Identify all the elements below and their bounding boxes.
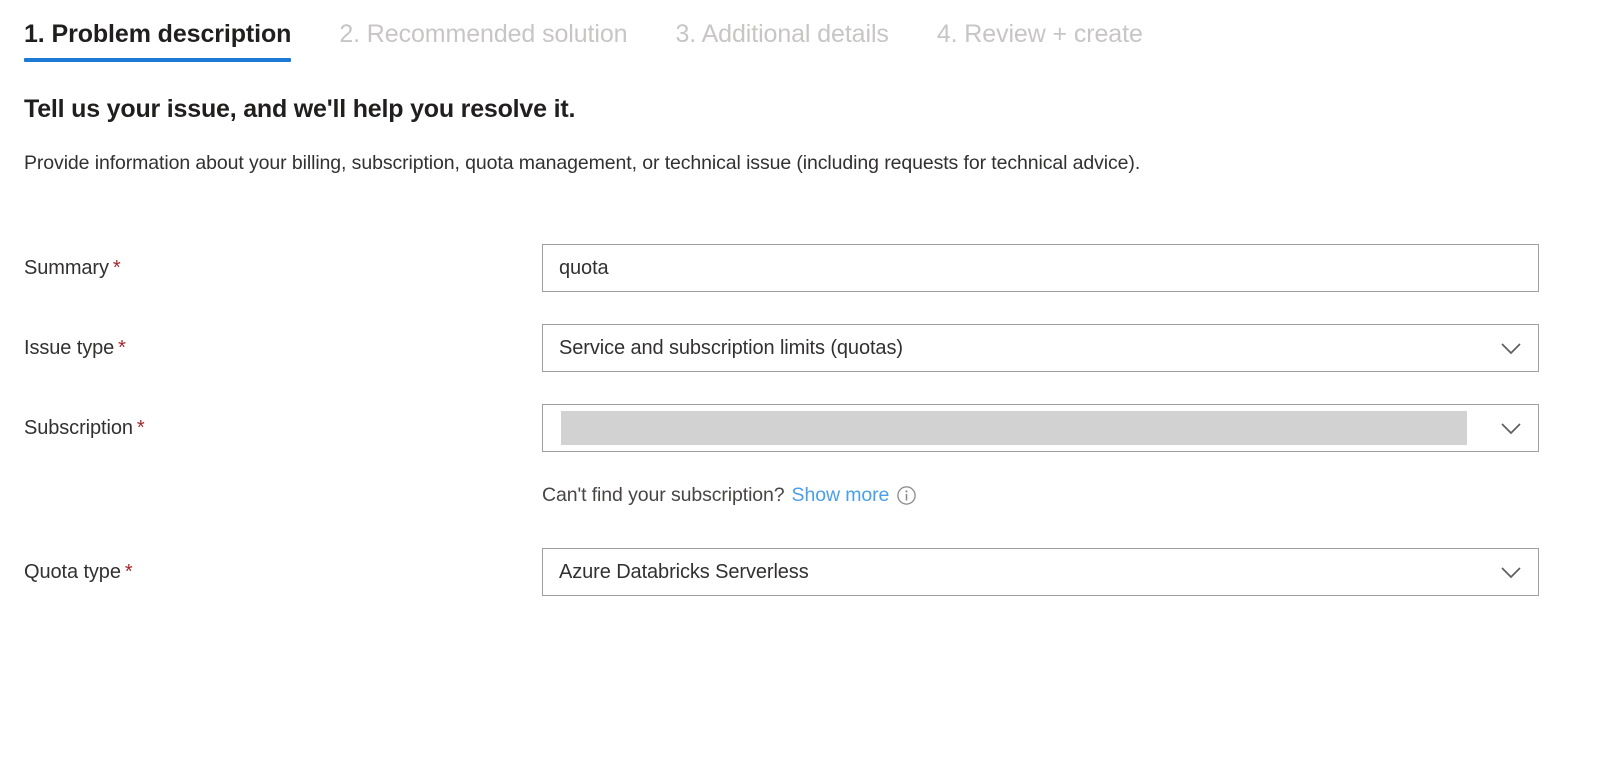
quota-type-selected-value: Azure Databricks Serverless <box>543 560 809 584</box>
wizard-tabbar: 1. Problem description 2. Recommended so… <box>24 0 1596 62</box>
issue-type-selected-value: Service and subscription limits (quotas) <box>543 336 903 360</box>
problem-description-page: 1. Problem description 2. Recommended so… <box>0 0 1620 770</box>
page-description: Provide information about your billing, … <box>24 146 1519 180</box>
subscription-help: Can't find your subscription? Show more <box>542 482 1539 508</box>
quota-type-dropdown[interactable]: Azure Databricks Serverless <box>542 548 1539 596</box>
issue-type-label: Issue type* <box>24 335 542 361</box>
tab-problem-description-label: 1. Problem description <box>24 20 291 48</box>
tab-recommended-solution-label: 2. Recommended solution <box>339 20 627 48</box>
summary-required-asterisk: * <box>113 257 121 279</box>
form-row-summary: Summary* quota <box>24 242 1596 294</box>
form-row-quota-type: Quota type* Azure Databricks Serverless <box>24 546 1596 598</box>
show-more-link[interactable]: Show more <box>792 482 890 508</box>
subscription-help-text: Can't find your subscription? <box>542 482 785 508</box>
summary-label: Summary* <box>24 255 542 281</box>
quota-type-required-asterisk: * <box>125 561 133 583</box>
problem-description-form: Summary* quota Issue type* Service and s… <box>24 242 1596 598</box>
subscription-redaction-overlay <box>561 411 1467 445</box>
subscription-label: Subscription* <box>24 415 542 441</box>
summary-input-value: quota <box>543 256 609 280</box>
tab-problem-description[interactable]: 1. Problem description <box>24 18 291 62</box>
summary-input[interactable]: quota <box>542 244 1539 292</box>
chevron-down-icon <box>1498 335 1524 361</box>
subscription-dropdown[interactable] <box>542 404 1539 452</box>
issue-type-required-asterisk: * <box>118 337 126 359</box>
form-row-subscription-help: Can't find your subscription? Show more <box>24 482 1596 516</box>
tab-additional-details-label: 3. Additional details <box>675 20 888 48</box>
issue-type-label-text: Issue type <box>24 337 114 359</box>
form-row-subscription: Subscription* <box>24 402 1596 454</box>
issue-type-dropdown[interactable]: Service and subscription limits (quotas) <box>542 324 1539 372</box>
tab-review-create-label: 4. Review + create <box>937 20 1143 48</box>
tab-recommended-solution[interactable]: 2. Recommended solution <box>339 18 627 62</box>
quota-type-label-text: Quota type <box>24 561 121 583</box>
form-row-issue-type: Issue type* Service and subscription lim… <box>24 322 1596 374</box>
subscription-required-asterisk: * <box>137 417 145 439</box>
subscription-label-text: Subscription <box>24 417 133 439</box>
tab-review-create[interactable]: 4. Review + create <box>937 18 1143 62</box>
summary-label-text: Summary <box>24 257 109 279</box>
chevron-down-icon <box>1498 415 1524 441</box>
chevron-down-icon <box>1498 559 1524 585</box>
quota-type-label: Quota type* <box>24 559 542 585</box>
info-circle-icon[interactable] <box>896 485 917 506</box>
tab-additional-details[interactable]: 3. Additional details <box>675 18 888 62</box>
page-title: Tell us your issue, and we'll help you r… <box>24 94 1596 124</box>
